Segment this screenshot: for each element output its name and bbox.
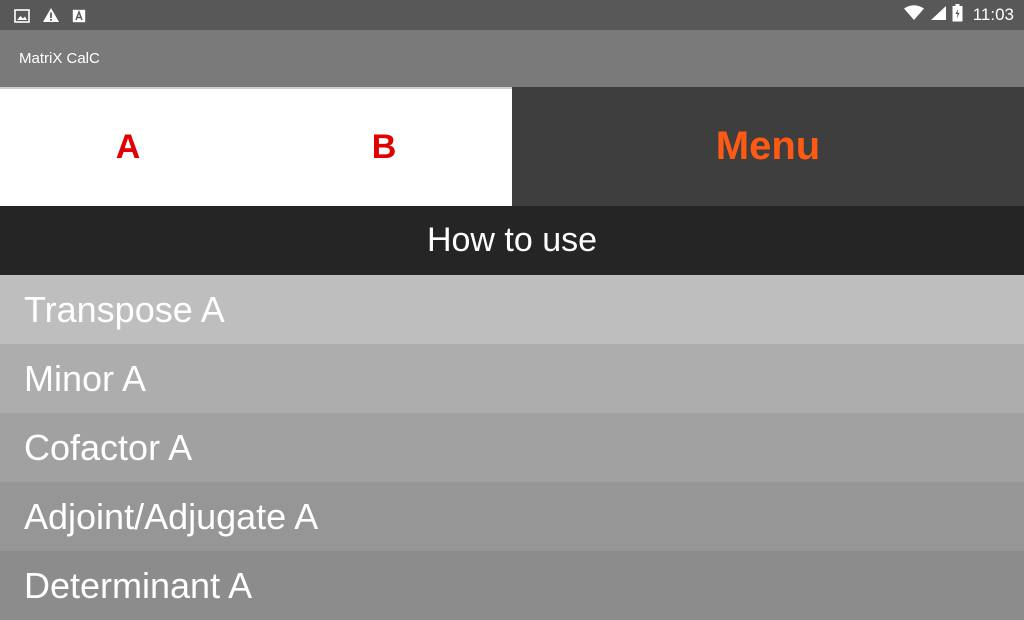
tab-matrix-b[interactable]: B <box>256 89 512 206</box>
menu-item-minor[interactable]: Minor A <box>0 344 1024 413</box>
font-icon <box>72 8 86 27</box>
tab-bar: A B Menu <box>0 87 1024 206</box>
app-bar: MatriX CalC <box>0 30 1024 87</box>
warning-icon <box>42 7 60 27</box>
tab-menu[interactable]: Menu <box>512 87 1024 206</box>
system-icons: 11:03 <box>903 4 1014 26</box>
image-icon <box>14 8 30 27</box>
status-bar: 11:03 <box>0 0 1024 30</box>
app-title: MatriX CalC <box>19 50 100 67</box>
menu-item-adjoint[interactable]: Adjoint/Adjugate A <box>0 482 1024 551</box>
menu-item-transpose[interactable]: Transpose A <box>0 275 1024 344</box>
signal-icon <box>930 5 946 25</box>
wifi-icon <box>903 5 924 25</box>
tab-matrix-a[interactable]: A <box>0 89 256 206</box>
menu-item-determinant[interactable]: Determinant A <box>0 551 1024 620</box>
operations-list: Transpose A Minor A Cofactor A Adjoint/A… <box>0 275 1024 620</box>
how-to-use-button[interactable]: How to use <box>0 206 1024 275</box>
menu-item-cofactor[interactable]: Cofactor A <box>0 413 1024 482</box>
clock: 11:03 <box>972 5 1014 24</box>
notification-icons <box>14 7 86 27</box>
battery-icon <box>952 4 963 26</box>
matrix-tabs: A B <box>0 87 512 206</box>
